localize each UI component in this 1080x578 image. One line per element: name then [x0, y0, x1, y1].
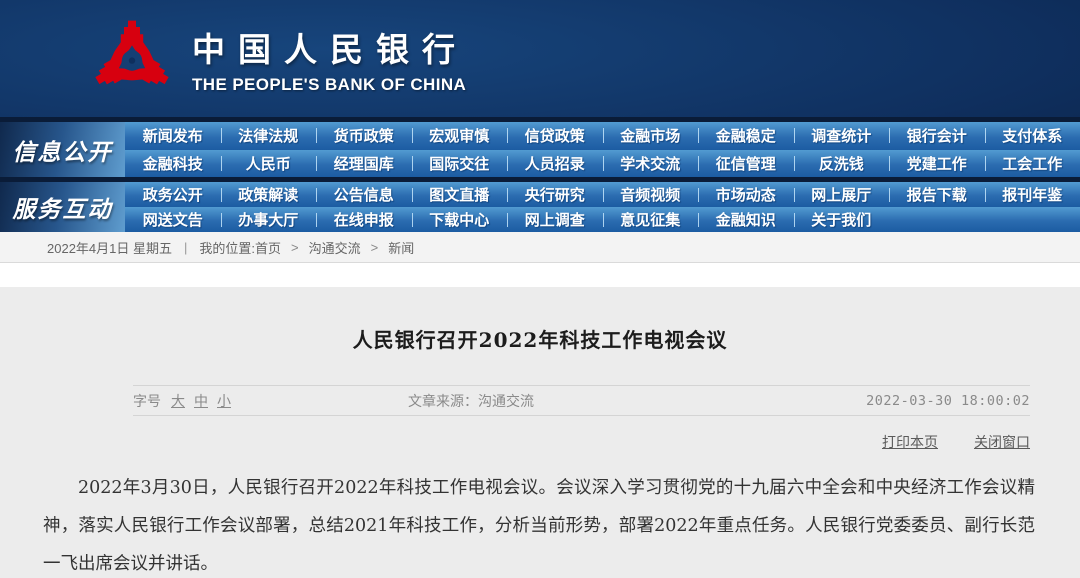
nav-item-gov-disclosure[interactable]: 政务公开: [125, 182, 221, 207]
site-title-english: THE PEOPLE'S BANK OF CHINA: [192, 75, 468, 95]
nav-item-laws[interactable]: 法律法规: [221, 122, 317, 150]
nav-item-online-survey[interactable]: 网上调查: [507, 207, 603, 232]
nav-item-online-filing[interactable]: 在线申报: [316, 207, 412, 232]
nav-item-news-release[interactable]: 新闻发布: [125, 122, 221, 150]
nav-item-policy-interpretation[interactable]: 政策解读: [221, 182, 317, 207]
nav-item-financial-stability[interactable]: 金融稳定: [698, 122, 794, 150]
pboc-logo-icon: [92, 17, 172, 101]
article-meta-bar: 字号 大 中 小 文章来源：沟通交流 2022-03-30 18:00:02: [133, 385, 1030, 416]
site-title-chinese: 中国人民银行: [192, 23, 468, 71]
nav-item-central-bank-research[interactable]: 央行研究: [507, 182, 603, 207]
breadcrumb-news[interactable]: 新闻: [388, 238, 414, 257]
nav-item-report-download[interactable]: 报告下载: [889, 182, 985, 207]
pboc-webpage: 中国人民银行 THE PEOPLE'S BANK OF CHINA 信息公开 新…: [0, 0, 1080, 578]
nav-item-market-dynamics[interactable]: 市场动态: [698, 182, 794, 207]
nav-section-service-interaction: 服务互动 政务公开 政策解读 公告信息 图文直播 央行研究 音频视频 市场动态 …: [0, 182, 1080, 232]
article-source: 文章来源：沟通交流: [408, 391, 534, 411]
nav-section-label-info[interactable]: 信息公开: [0, 122, 125, 177]
breadcrumb-separator: >: [291, 240, 299, 255]
nav-item-labor-union[interactable]: 工会工作: [985, 150, 1080, 178]
site-header: 中国人民银行 THE PEOPLE'S BANK OF CHINA: [0, 0, 1080, 117]
nav-item-online-gallery[interactable]: 网上展厅: [794, 182, 890, 207]
article-source-label: 文章来源：: [408, 393, 478, 409]
nav-item-credit-reporting[interactable]: 征信管理: [698, 150, 794, 178]
breadcrumb-separator: >: [371, 240, 379, 255]
article-actions: 打印本页 关闭窗口: [133, 432, 1030, 452]
article-panel: 人民银行召开2022年科技工作电视会议 字号 大 中 小 文章来源：沟通交流 2…: [0, 287, 1080, 578]
nav-section-label-service[interactable]: 服务互动: [0, 182, 125, 232]
font-size-small-button[interactable]: 小: [217, 391, 231, 411]
nav-menu-service: 政务公开 政策解读 公告信息 图文直播 央行研究 音频视频 市场动态 网上展厅 …: [125, 182, 1080, 232]
nav-item-bank-accounting[interactable]: 银行会计: [889, 122, 985, 150]
print-page-link[interactable]: 打印本页: [882, 432, 938, 452]
current-date: 2022年4月1日 星期五: [47, 238, 172, 257]
nav-item-online-notices[interactable]: 网送文告: [125, 207, 221, 232]
nav-item-monetary-policy[interactable]: 货币政策: [316, 122, 412, 150]
nav-item-renminbi[interactable]: 人民币: [221, 150, 317, 178]
nav-item-fintech[interactable]: 金融科技: [125, 150, 221, 178]
nav-item-credit-policy[interactable]: 信贷政策: [507, 122, 603, 150]
article-source-value: 沟通交流: [478, 393, 534, 409]
article-title: 人民银行召开2022年科技工作电视会议: [0, 287, 1080, 353]
spacer-strip: [0, 263, 1080, 287]
nav-item-download-center[interactable]: 下载中心: [412, 207, 508, 232]
site-brand: 中国人民银行 THE PEOPLE'S BANK OF CHINA: [192, 23, 468, 95]
nav-item-payment-system[interactable]: 支付体系: [985, 122, 1080, 150]
location-label: 我的位置:: [199, 238, 255, 257]
nav-item-financial-knowledge[interactable]: 金融知识: [698, 207, 794, 232]
nav-item-treasury[interactable]: 经理国库: [316, 150, 412, 178]
nav-item-live-broadcast[interactable]: 图文直播: [412, 182, 508, 207]
font-size-label: 字号: [133, 391, 161, 411]
nav-item-financial-market[interactable]: 金融市场: [603, 122, 699, 150]
article-published-datetime: 2022-03-30 18:00:02: [866, 393, 1030, 409]
font-size-large-button[interactable]: 大: [171, 391, 185, 411]
nav-item-announcements[interactable]: 公告信息: [316, 182, 412, 207]
nav-item-survey-statistics[interactable]: 调查统计: [794, 122, 890, 150]
nav-section-info-disclosure: 信息公开 新闻发布 法律法规 货币政策 宏观审慎 信贷政策 金融市场 金融稳定 …: [0, 122, 1080, 177]
nav-item-international[interactable]: 国际交往: [412, 150, 508, 178]
breadcrumb-home[interactable]: 首页: [255, 238, 281, 257]
nav-item-audio-video[interactable]: 音频视频: [603, 182, 699, 207]
nav-empty-cell: [889, 207, 985, 232]
nav-empty-cell: [985, 207, 1080, 232]
article-body-paragraph: 2022年3月30日，人民银行召开2022年科技工作电视会议。会议深入学习贯彻党…: [43, 469, 1035, 578]
nav-item-recruitment[interactable]: 人员招录: [507, 150, 603, 178]
font-size-medium-button[interactable]: 中: [194, 391, 208, 411]
nav-item-macro-prudential[interactable]: 宏观审慎: [412, 122, 508, 150]
nav-item-service-hall[interactable]: 办事大厅: [221, 207, 317, 232]
nav-item-about-us[interactable]: 关于我们: [794, 207, 890, 232]
nav-item-party-building[interactable]: 党建工作: [889, 150, 985, 178]
close-window-link[interactable]: 关闭窗口: [974, 432, 1030, 452]
breadcrumb-divider: |: [184, 240, 187, 255]
nav-item-solicit-opinions[interactable]: 意见征集: [603, 207, 699, 232]
nav-item-anti-money-laundering[interactable]: 反洗钱: [794, 150, 890, 178]
nav-menu-info: 新闻发布 法律法规 货币政策 宏观审慎 信贷政策 金融市场 金融稳定 调查统计 …: [125, 122, 1080, 177]
nav-item-academic-exchange[interactable]: 学术交流: [603, 150, 699, 178]
nav-item-periodicals[interactable]: 报刊年鉴: [985, 182, 1080, 207]
breadcrumb-bar: 2022年4月1日 星期五 | 我的位置: 首页 > 沟通交流 > 新闻: [0, 232, 1080, 263]
breadcrumb-communication[interactable]: 沟通交流: [309, 238, 361, 257]
